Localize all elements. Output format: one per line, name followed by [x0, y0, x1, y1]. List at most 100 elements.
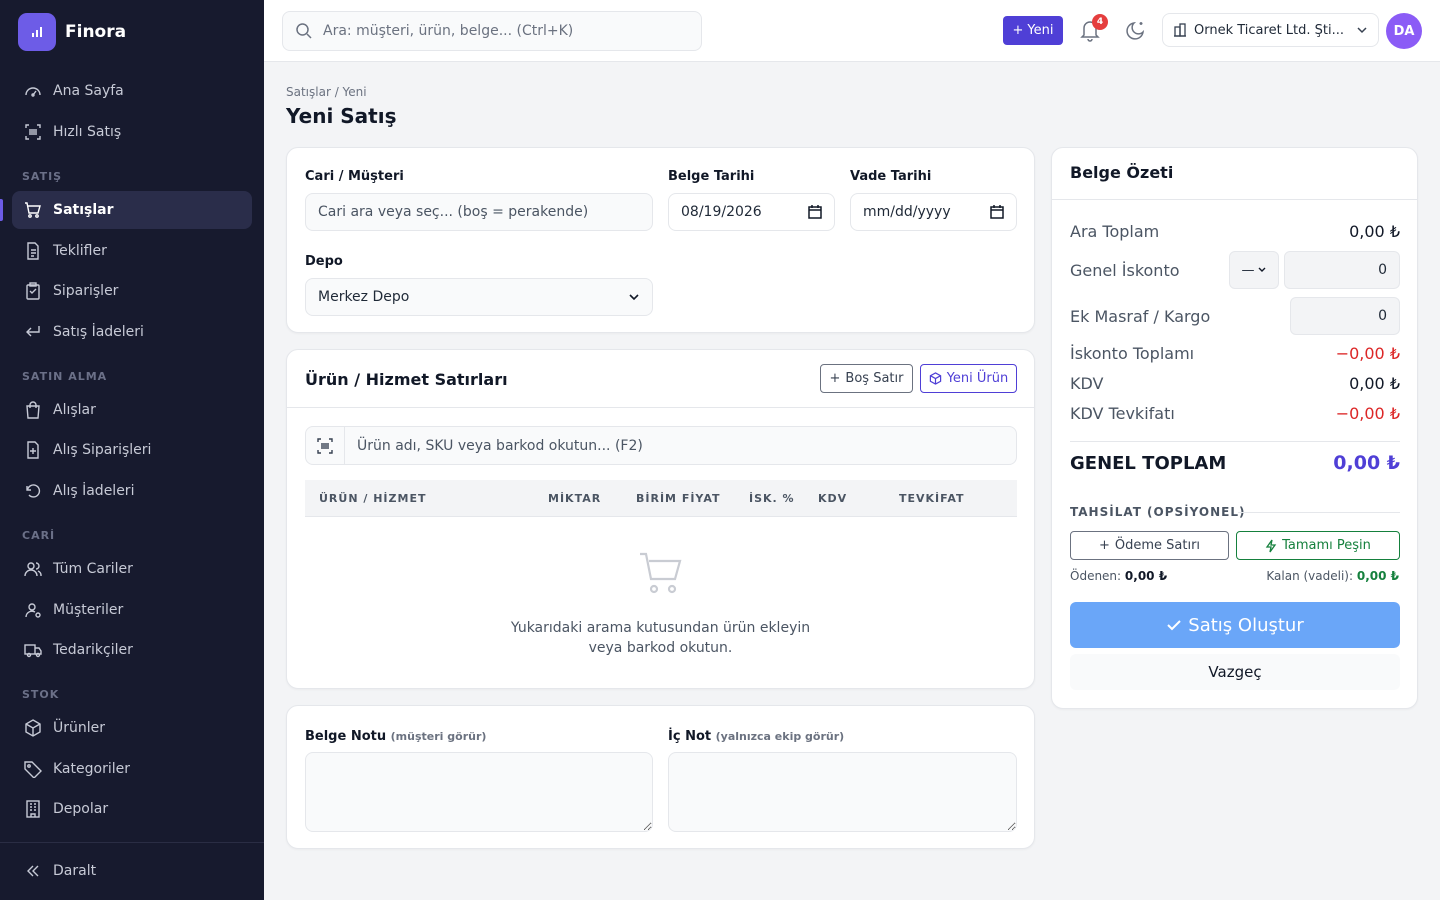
paid-label: Ödenen:: [1070, 569, 1122, 583]
empty-row-button[interactable]: + Boş Satır: [820, 364, 913, 393]
clipboard-icon: [26, 282, 40, 300]
sidebar-divider: [0, 842, 264, 843]
empty-state-line-2: veya barkod okutun.: [588, 640, 733, 656]
search-icon: [296, 23, 312, 39]
subtotal-label: Ara Toplam: [1070, 222, 1160, 241]
product-lines-title: Ürün / Hizmet Satırları: [305, 370, 508, 389]
doc-date-input[interactable]: 08/19/2026: [668, 193, 835, 231]
sidebar-item-sales[interactable]: Satışlar: [12, 191, 252, 229]
rotate-ccw-icon: [26, 484, 41, 498]
full-cash-label: Tamamı Peşin: [1282, 538, 1371, 553]
sidebar-section-stock: STOK: [22, 688, 60, 701]
customer-input[interactable]: Cari ara veya seç... (boş = perakende): [305, 193, 653, 231]
company-name: Örnek Ticaret Ltd. Şti...: [1194, 22, 1345, 38]
internal-note-textarea[interactable]: [668, 752, 1017, 832]
new-product-button[interactable]: Yeni Ürün: [920, 364, 1017, 393]
return-arrow-icon: [26, 326, 40, 337]
vat-row: KDV 0,00 ₺: [1070, 374, 1400, 393]
gauge-icon: [25, 87, 41, 97]
sidebar-collapse-label: Daralt: [53, 863, 97, 879]
payment-section-label: TAHSİLAT (OPSİYONEL): [1070, 505, 1246, 519]
discount-type-select[interactable]: —: [1229, 251, 1279, 289]
internal-note-label: İç Not (yalnızca ekip görür): [668, 729, 844, 744]
notification-badge: 4: [1092, 14, 1108, 30]
cancel-button[interactable]: Vazgeç: [1070, 654, 1400, 690]
document-plus-icon: [27, 441, 39, 459]
due-date-label: Vade Tarihi: [850, 169, 932, 184]
sidebar-item-warehouses[interactable]: Depolar: [12, 790, 252, 828]
brand-logo-icon: [18, 13, 56, 51]
active-indicator: [0, 199, 3, 221]
sidebar-item-purchases[interactable]: Alışlar: [12, 391, 252, 429]
sidebar-collapse-button[interactable]: Daralt: [12, 852, 252, 890]
column-header-unit-price: BİRİM FİYAT: [636, 492, 721, 505]
column-header-product: ÜRÜN / HİZMET: [319, 492, 427, 505]
general-discount-label: Genel İskonto: [1070, 260, 1180, 280]
empty-row-label: Boş Satır: [845, 371, 904, 386]
calendar-icon[interactable]: [808, 205, 822, 219]
customer-label: Cari / Müşteri: [305, 169, 404, 184]
sidebar-item-home[interactable]: Ana Sayfa: [12, 72, 252, 110]
global-search-input[interactable]: Ara: müşteri, ürün, belge... (Ctrl+K): [282, 11, 702, 51]
product-search-input[interactable]: Ürün adı, SKU veya barkod okutun... (F2): [305, 426, 1017, 465]
barcode-icon: [25, 124, 41, 140]
sidebar-item-quotes[interactable]: Teklifler: [12, 232, 252, 270]
sidebar-item-label: Satışlar: [53, 202, 114, 218]
sidebar-section-purchasing: SATIN ALMA: [22, 370, 108, 383]
chevron-down-icon: [1258, 267, 1265, 272]
sidebar-item-label: Kategoriler: [53, 761, 130, 777]
empty-state-line-1: Yukarıdaki arama kutusundan ürün ekleyin: [510, 620, 811, 636]
barcode-scan-button[interactable]: [306, 427, 345, 464]
discount-value-input[interactable]: 0: [1284, 251, 1400, 289]
extra-cost-input[interactable]: 0: [1290, 297, 1400, 335]
remaining-amount: Kalan (vadeli): 0,00 ₺: [1266, 569, 1399, 583]
full-cash-button[interactable]: Tamamı Peşin: [1236, 531, 1400, 560]
building-icon: [1174, 23, 1186, 37]
global-search-placeholder: Ara: müşteri, ürün, belge... (Ctrl+K): [323, 23, 574, 39]
calendar-icon[interactable]: [990, 205, 1004, 219]
withholding-value: −0,00 ₺: [1335, 404, 1400, 423]
grand-total-label: GENEL TOPLAM: [1070, 452, 1227, 474]
sidebar-item-sales-returns[interactable]: Satış İadeleri: [12, 313, 252, 351]
shopping-bag-icon: [26, 401, 40, 419]
column-header-vat: KDV: [818, 492, 848, 505]
sidebar-item-categories[interactable]: Kategoriler: [12, 750, 252, 788]
brand-name: Finora: [65, 22, 127, 42]
add-payment-row-label: Ödeme Satırı: [1114, 538, 1201, 553]
sidebar-item-quick-sale[interactable]: Hızlı Satış: [12, 113, 252, 151]
sidebar-item-all-accounts[interactable]: Tüm Cariler: [12, 550, 252, 588]
internal-note-label-text: İç Not: [668, 729, 712, 744]
card-divider: [1052, 199, 1417, 200]
doc-note-textarea[interactable]: [305, 752, 653, 832]
new-product-label: Yeni Ürün: [946, 371, 1009, 386]
moon-icon[interactable]: [1125, 19, 1147, 41]
grand-total-row: GENEL TOPLAM 0,00 ₺: [1070, 452, 1400, 474]
sidebar-item-label: Alışlar: [53, 402, 96, 418]
sidebar-item-suppliers[interactable]: Tedarikçiler: [12, 631, 252, 669]
sidebar-item-label: Hızlı Satış: [53, 124, 122, 140]
breadcrumb[interactable]: Satışlar / Yeni: [286, 85, 367, 99]
brand[interactable]: Finora: [18, 13, 126, 51]
sidebar-item-purchase-orders[interactable]: Alış Siparişleri: [12, 431, 252, 469]
sidebar-item-label: Alış İadeleri: [53, 483, 135, 499]
sidebar-item-products[interactable]: Ürünler: [12, 709, 252, 747]
document-summary-card: Belge Özeti Ara Toplam 0,00 ₺ Genel İsko…: [1051, 147, 1418, 709]
sidebar: Finora Ana Sayfa Hızlı Satış SATIŞ Satış…: [0, 0, 264, 900]
due-date-input[interactable]: mm/dd/yyyy: [850, 193, 1017, 231]
sidebar-item-label: Müşteriler: [53, 602, 124, 618]
sidebar-item-orders[interactable]: Siparişler: [12, 272, 252, 310]
vat-value: 0,00 ₺: [1349, 374, 1400, 393]
cart-icon: [25, 202, 41, 218]
sidebar-item-customers[interactable]: Müşteriler: [12, 591, 252, 629]
product-search-placeholder: Ürün adı, SKU veya barkod okutun... (F2): [357, 437, 643, 454]
cancel-label: Vazgeç: [1208, 663, 1262, 681]
add-payment-row-button[interactable]: + Ödeme Satırı: [1070, 531, 1229, 560]
company-selector[interactable]: Örnek Ticaret Ltd. Şti...: [1162, 13, 1379, 47]
create-sale-button[interactable]: Satış Oluştur: [1070, 602, 1400, 648]
truck-icon: [24, 644, 42, 658]
sidebar-item-purchase-returns[interactable]: Alış İadeleri: [12, 472, 252, 510]
warehouse-select[interactable]: Merkez Depo: [305, 278, 653, 316]
column-header-withholding: TEVKİFAT: [899, 492, 965, 505]
avatar[interactable]: DA: [1386, 13, 1422, 49]
new-button[interactable]: + Yeni: [1003, 16, 1063, 45]
